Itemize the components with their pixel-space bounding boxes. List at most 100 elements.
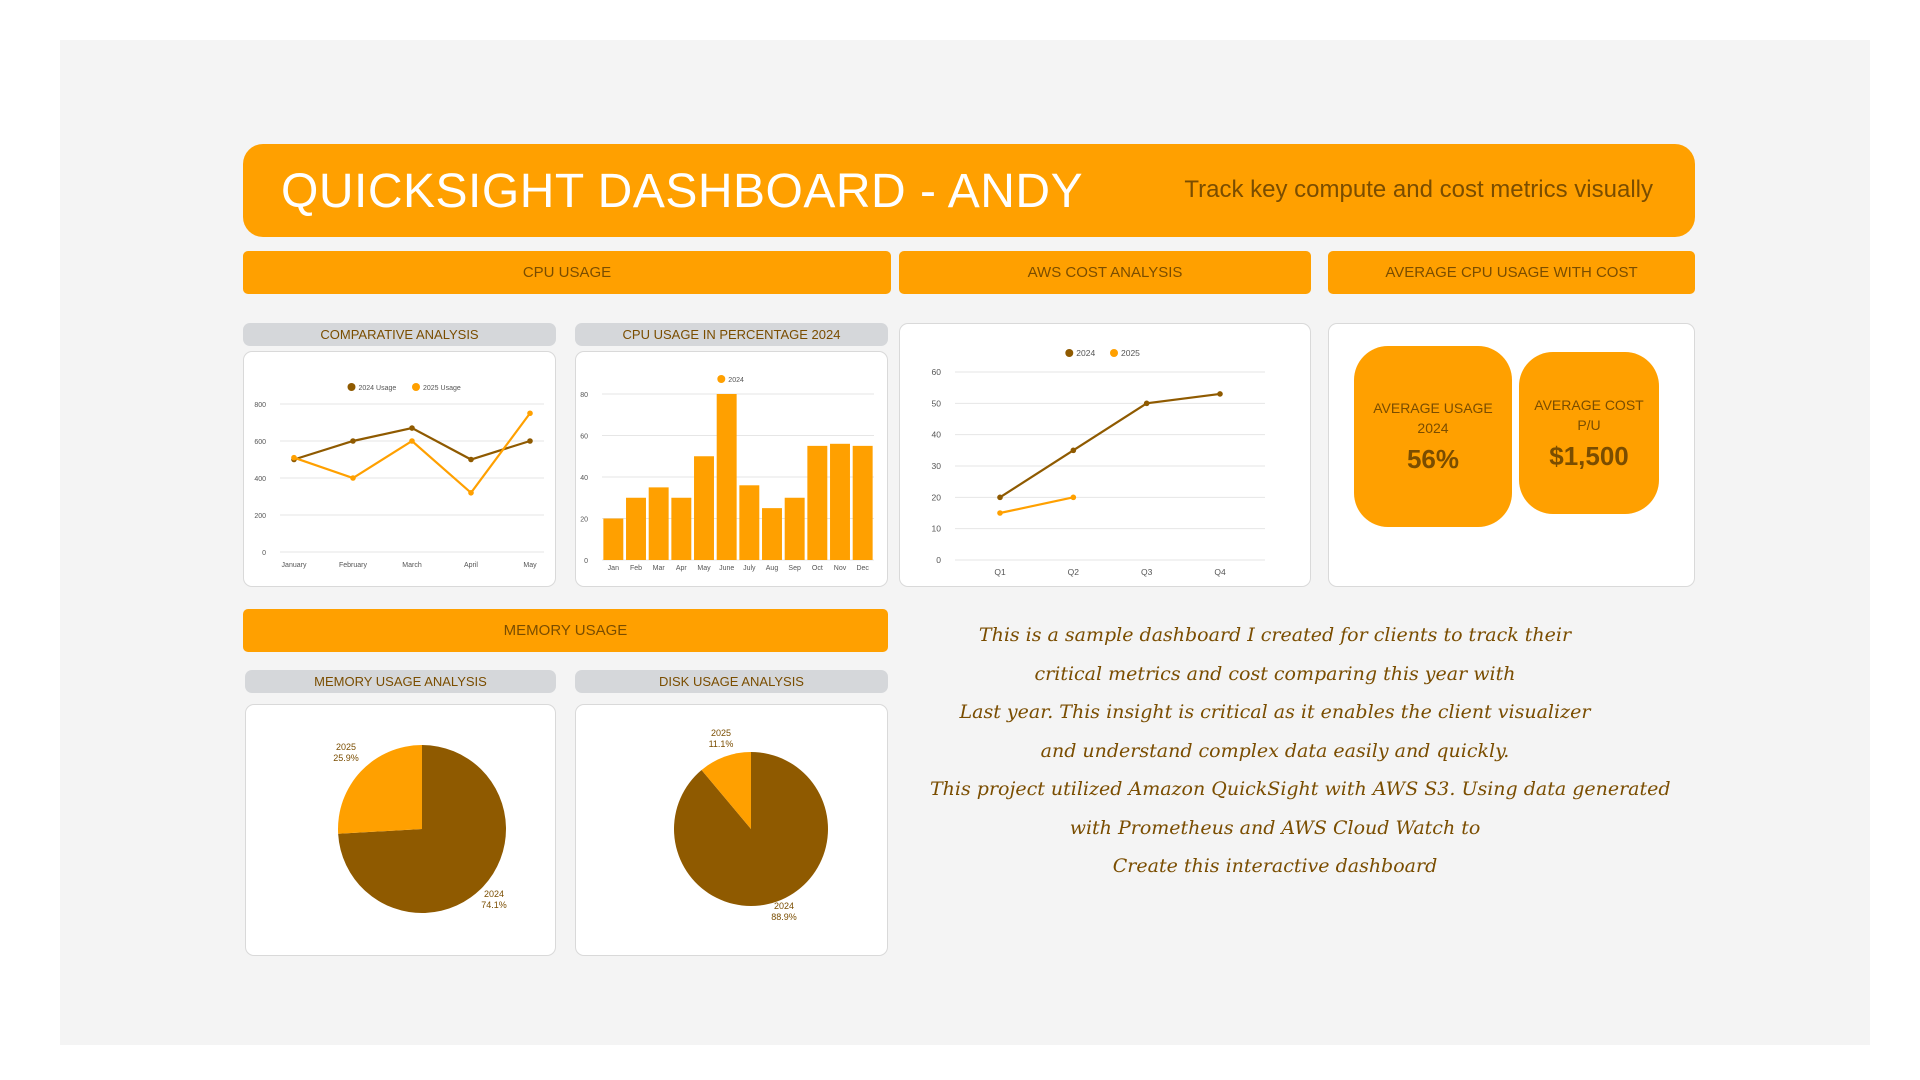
note-line: This project utilized Amazon QuickSight … (930, 778, 1671, 800)
y-tick-label: 400 (254, 476, 266, 483)
x-tick-label: Sep (788, 565, 801, 572)
note-line: critical metrics and cost comparing this… (1034, 662, 1516, 685)
disk-pie-chart: 202488.9% 202511.1% (674, 728, 828, 922)
section-avg-cpu-cost: AVERAGE CPU USAGE WITH COST (1328, 251, 1695, 294)
x-tick-label: Apr (676, 565, 688, 572)
x-tick-label: May (697, 565, 711, 572)
x-tick-label: Oct (812, 565, 823, 572)
data-point (1070, 494, 1077, 501)
tab-cpu-percentage: CPU USAGE IN PERCENTAGE 2024 (575, 323, 888, 346)
bar (830, 443, 850, 560)
x-tick-label: Q3 (1141, 567, 1153, 577)
y-tick-label: 60 (580, 434, 588, 441)
y-tick-label: 30 (932, 461, 942, 471)
y-tick-label: 10 (932, 524, 942, 534)
data-point (997, 494, 1003, 501)
note-line: This is a sample dashboard I created for… (978, 624, 1572, 646)
x-tick-label: Aug (766, 565, 779, 572)
legend-label: 2025 (1121, 348, 1140, 358)
legend-label: 2024 (728, 377, 744, 384)
tab-disk-usage-analysis: DISK USAGE ANALYSIS (575, 670, 888, 693)
pie-percent: 74.1% (481, 900, 507, 910)
y-tick-label: 80 (580, 392, 588, 399)
y-tick-label: 40 (580, 475, 588, 482)
y-tick-label: 60 (932, 367, 942, 377)
section-cpu-usage: CPU USAGE (243, 251, 891, 294)
data-point (997, 510, 1003, 516)
bar (852, 445, 873, 560)
legend-swatch (1110, 349, 1118, 357)
avg-cpu-cost-card: AVERAGE USAGE 2024 56% AVERAGE COST P/U … (1328, 323, 1695, 587)
bar (603, 518, 624, 560)
bar (648, 487, 669, 560)
description-note: This is a sample dashboard I created for… (930, 616, 1671, 886)
note-line: with Prometheus and AWS Cloud Watch to (1069, 816, 1481, 839)
bar (671, 497, 692, 560)
tab-memory-usage-analysis: MEMORY USAGE ANALYSIS (245, 670, 556, 693)
legend-swatch (1065, 349, 1074, 357)
data-point (1070, 447, 1077, 454)
section-memory-usage: MEMORY USAGE (243, 609, 888, 652)
bar (762, 508, 782, 560)
avg-cost-label: AVERAGE COST P/U (1534, 396, 1644, 433)
y-tick-label: 0 (584, 558, 588, 565)
cpu-bar-chart-card: 0 20 40 60 80 2024 Jan Feb Mar Apr May June July Aug S… (575, 351, 888, 587)
pie-label: 2024 (774, 901, 794, 911)
pie-label: 2025 (336, 742, 356, 752)
x-tick-label: Jan (608, 565, 619, 572)
x-tick-label: April (464, 562, 478, 569)
comparative-chart-card: 0 200 400 600 800 2024 Usage 2025 Usage January… (243, 351, 556, 587)
comparative-line-chart: 0 200 400 600 800 2024 Usage 2025 Usage January… (254, 383, 544, 569)
x-tick-label: July (743, 565, 756, 572)
y-tick-label: 0 (936, 555, 941, 565)
x-tick-label: Mar (653, 565, 666, 572)
avg-usage-tile: AVERAGE USAGE 2024 56% (1354, 346, 1512, 527)
avg-cost-tile: AVERAGE COST P/U $1,500 (1519, 352, 1659, 514)
aws-cost-line-chart: 0 10 20 30 40 50 60 2024 2025 Q1 Q2 Q3 Q4 (932, 348, 1265, 577)
header-banner: QUICKSIGHT DASHBOARD - ANDY Track key co… (243, 144, 1695, 237)
data-point (468, 490, 474, 496)
data-point (409, 425, 415, 431)
series-line (999, 392, 1221, 499)
x-tick-label: Dec (856, 565, 869, 572)
data-point (1143, 400, 1150, 407)
legend-swatch (347, 383, 356, 391)
dashboard-title: QUICKSIGHT DASHBOARD - ANDY (281, 165, 1084, 218)
data-point (527, 438, 533, 444)
dashboard-subtitle: Track key compute and cost metrics visua… (1184, 176, 1653, 203)
data-point (527, 410, 533, 417)
bar (626, 497, 646, 560)
bar (694, 456, 714, 560)
y-tick-label: 200 (254, 513, 266, 520)
x-tick-label: Q1 (994, 567, 1006, 577)
x-tick-label: Nov (834, 565, 847, 572)
bar (784, 497, 805, 560)
avg-usage-label: AVERAGE USAGE 2024 (1373, 400, 1493, 436)
section-aws-cost: AWS COST ANALYSIS (899, 251, 1311, 294)
note-line: Last year. This insight is critical as i… (959, 701, 1591, 723)
y-tick-label: 20 (932, 492, 942, 502)
tab-comparative-analysis: COMPARATIVE ANALYSIS (243, 323, 556, 346)
pie-label: 2025 (711, 728, 731, 738)
note-line: Create this interactive dashboard (1112, 855, 1438, 877)
legend-swatch (412, 383, 420, 391)
pie-percent: 25.9% (333, 753, 359, 763)
pie-percent: 11.1% (709, 739, 734, 749)
data-point (350, 438, 356, 444)
y-tick-label: 800 (254, 402, 266, 409)
data-point (350, 475, 356, 481)
bar (807, 445, 828, 560)
note-line: and understand complex data easily and q… (1040, 739, 1510, 762)
bar (739, 485, 760, 560)
x-tick-label: Q2 (1068, 567, 1080, 577)
memory-pie-chart: 202474.1% 202525.9% (333, 742, 507, 913)
avg-cost-value: $1,500 (1549, 440, 1629, 471)
y-tick-label: 0 (262, 550, 266, 557)
x-tick-label: March (402, 562, 422, 569)
legend-label: 2025 Usage (423, 385, 461, 392)
avg-usage-value: 56% (1406, 444, 1460, 474)
legend-label: 2024 Usage (359, 385, 397, 392)
x-tick-label: May (523, 562, 537, 569)
legend-swatch (717, 375, 726, 383)
memory-pie-card: 2024 74.1% 2025 25.9% (245, 704, 556, 956)
